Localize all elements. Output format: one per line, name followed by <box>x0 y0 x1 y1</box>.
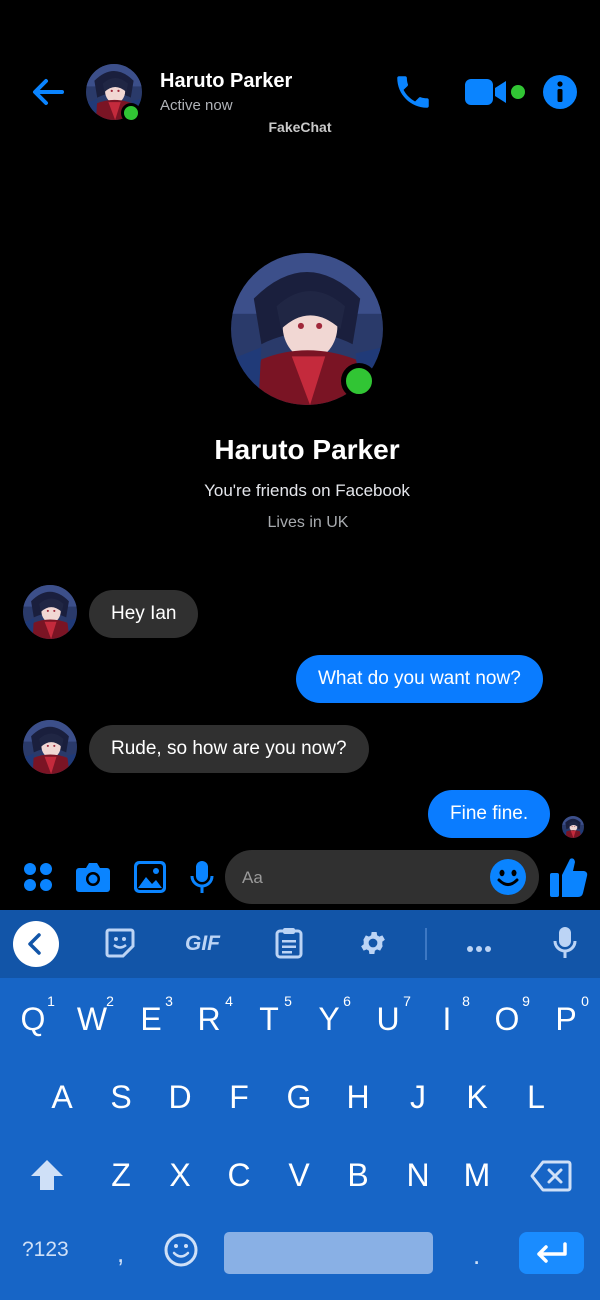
key-hint-5: 5 <box>284 993 292 1009</box>
key-x[interactable]: X <box>150 1157 210 1194</box>
enter-arrow-icon <box>537 1242 567 1263</box>
key-d[interactable]: D <box>150 1079 210 1116</box>
friends-status: You're friends on Facebook <box>204 481 410 500</box>
key-hint-9: 9 <box>522 993 530 1009</box>
voice-input-icon[interactable] <box>553 926 577 965</box>
profile-location: Lives in UK <box>267 514 349 531</box>
key-hint-6: 6 <box>343 993 351 1009</box>
shift-key-icon[interactable] <box>29 1158 65 1197</box>
profile-name: Haruto Parker <box>214 434 400 465</box>
key-k[interactable]: K <box>447 1079 507 1116</box>
message-avatar[interactable] <box>23 585 77 639</box>
toolbar-divider <box>425 928 427 960</box>
period-key[interactable]: . <box>473 1240 480 1271</box>
key-m[interactable]: M <box>447 1157 507 1194</box>
brand-watermark: FakeChat <box>268 119 332 135</box>
key-f[interactable]: F <box>209 1079 269 1116</box>
chat-header: Haruto Parker Active now FakeChat <box>0 0 600 150</box>
sticker-icon[interactable] <box>105 928 135 963</box>
phone-icon[interactable] <box>392 71 434 113</box>
active-status: Active now <box>160 97 233 114</box>
key-v[interactable]: V <box>269 1157 329 1194</box>
key-b[interactable]: B <box>328 1157 388 1194</box>
back-arrow-icon[interactable] <box>26 70 70 114</box>
outgoing-message[interactable]: What do you want now? <box>296 655 543 703</box>
camera-icon[interactable] <box>75 860 111 899</box>
video-active-dot <box>511 85 525 99</box>
keyboard-collapse-button[interactable] <box>12 920 60 973</box>
key-hint-4: 4 <box>225 993 233 1009</box>
video-call-icon[interactable] <box>464 76 508 108</box>
outgoing-message[interactable]: Fine fine. <box>428 790 551 838</box>
incoming-message[interactable]: Hey Ian <box>89 590 199 638</box>
symbols-key[interactable]: ?123 <box>22 1238 69 1262</box>
incoming-message[interactable]: Rude, so how are you now? <box>89 725 369 773</box>
message-input-placeholder: Aa <box>242 868 263 887</box>
settings-gear-icon[interactable] <box>358 928 388 963</box>
key-hint-2: 2 <box>106 993 114 1009</box>
key-g[interactable]: G <box>269 1079 329 1116</box>
space-bar[interactable] <box>224 1232 433 1274</box>
key-hint-3: 3 <box>165 993 173 1009</box>
key-hint-8: 8 <box>462 993 470 1009</box>
gif-button[interactable]: GIF <box>185 932 220 956</box>
emoji-key-icon[interactable] <box>164 1233 198 1272</box>
key-a[interactable]: A <box>32 1079 92 1116</box>
microphone-icon[interactable] <box>190 860 214 899</box>
enter-key[interactable] <box>519 1232 584 1274</box>
info-icon[interactable] <box>542 74 578 110</box>
more-options-icon[interactable] <box>466 940 492 958</box>
comma-key[interactable]: , <box>117 1238 124 1269</box>
like-thumbs-up-icon[interactable] <box>549 855 589 899</box>
key-hint-0: 0 <box>581 993 589 1009</box>
key-hint-7: 7 <box>403 993 411 1009</box>
backspace-key-icon[interactable] <box>530 1160 572 1197</box>
profile-online-indicator <box>341 363 377 399</box>
key-s[interactable]: S <box>91 1079 151 1116</box>
gallery-icon[interactable] <box>133 860 167 899</box>
key-j[interactable]: J <box>388 1079 448 1116</box>
contact-name[interactable]: Haruto Parker <box>160 70 292 93</box>
emoji-icon[interactable] <box>489 858 527 896</box>
key-c[interactable]: C <box>209 1157 269 1194</box>
message-avatar[interactable] <box>23 720 77 774</box>
key-l[interactable]: L <box>506 1079 566 1116</box>
key-hint-1: 1 <box>47 993 55 1009</box>
key-n[interactable]: N <box>388 1157 448 1194</box>
apps-grid-icon[interactable] <box>22 861 54 898</box>
clipboard-icon[interactable] <box>275 927 303 964</box>
seen-avatar <box>562 816 584 838</box>
key-z[interactable]: Z <box>91 1157 151 1194</box>
key-h[interactable]: H <box>328 1079 388 1116</box>
